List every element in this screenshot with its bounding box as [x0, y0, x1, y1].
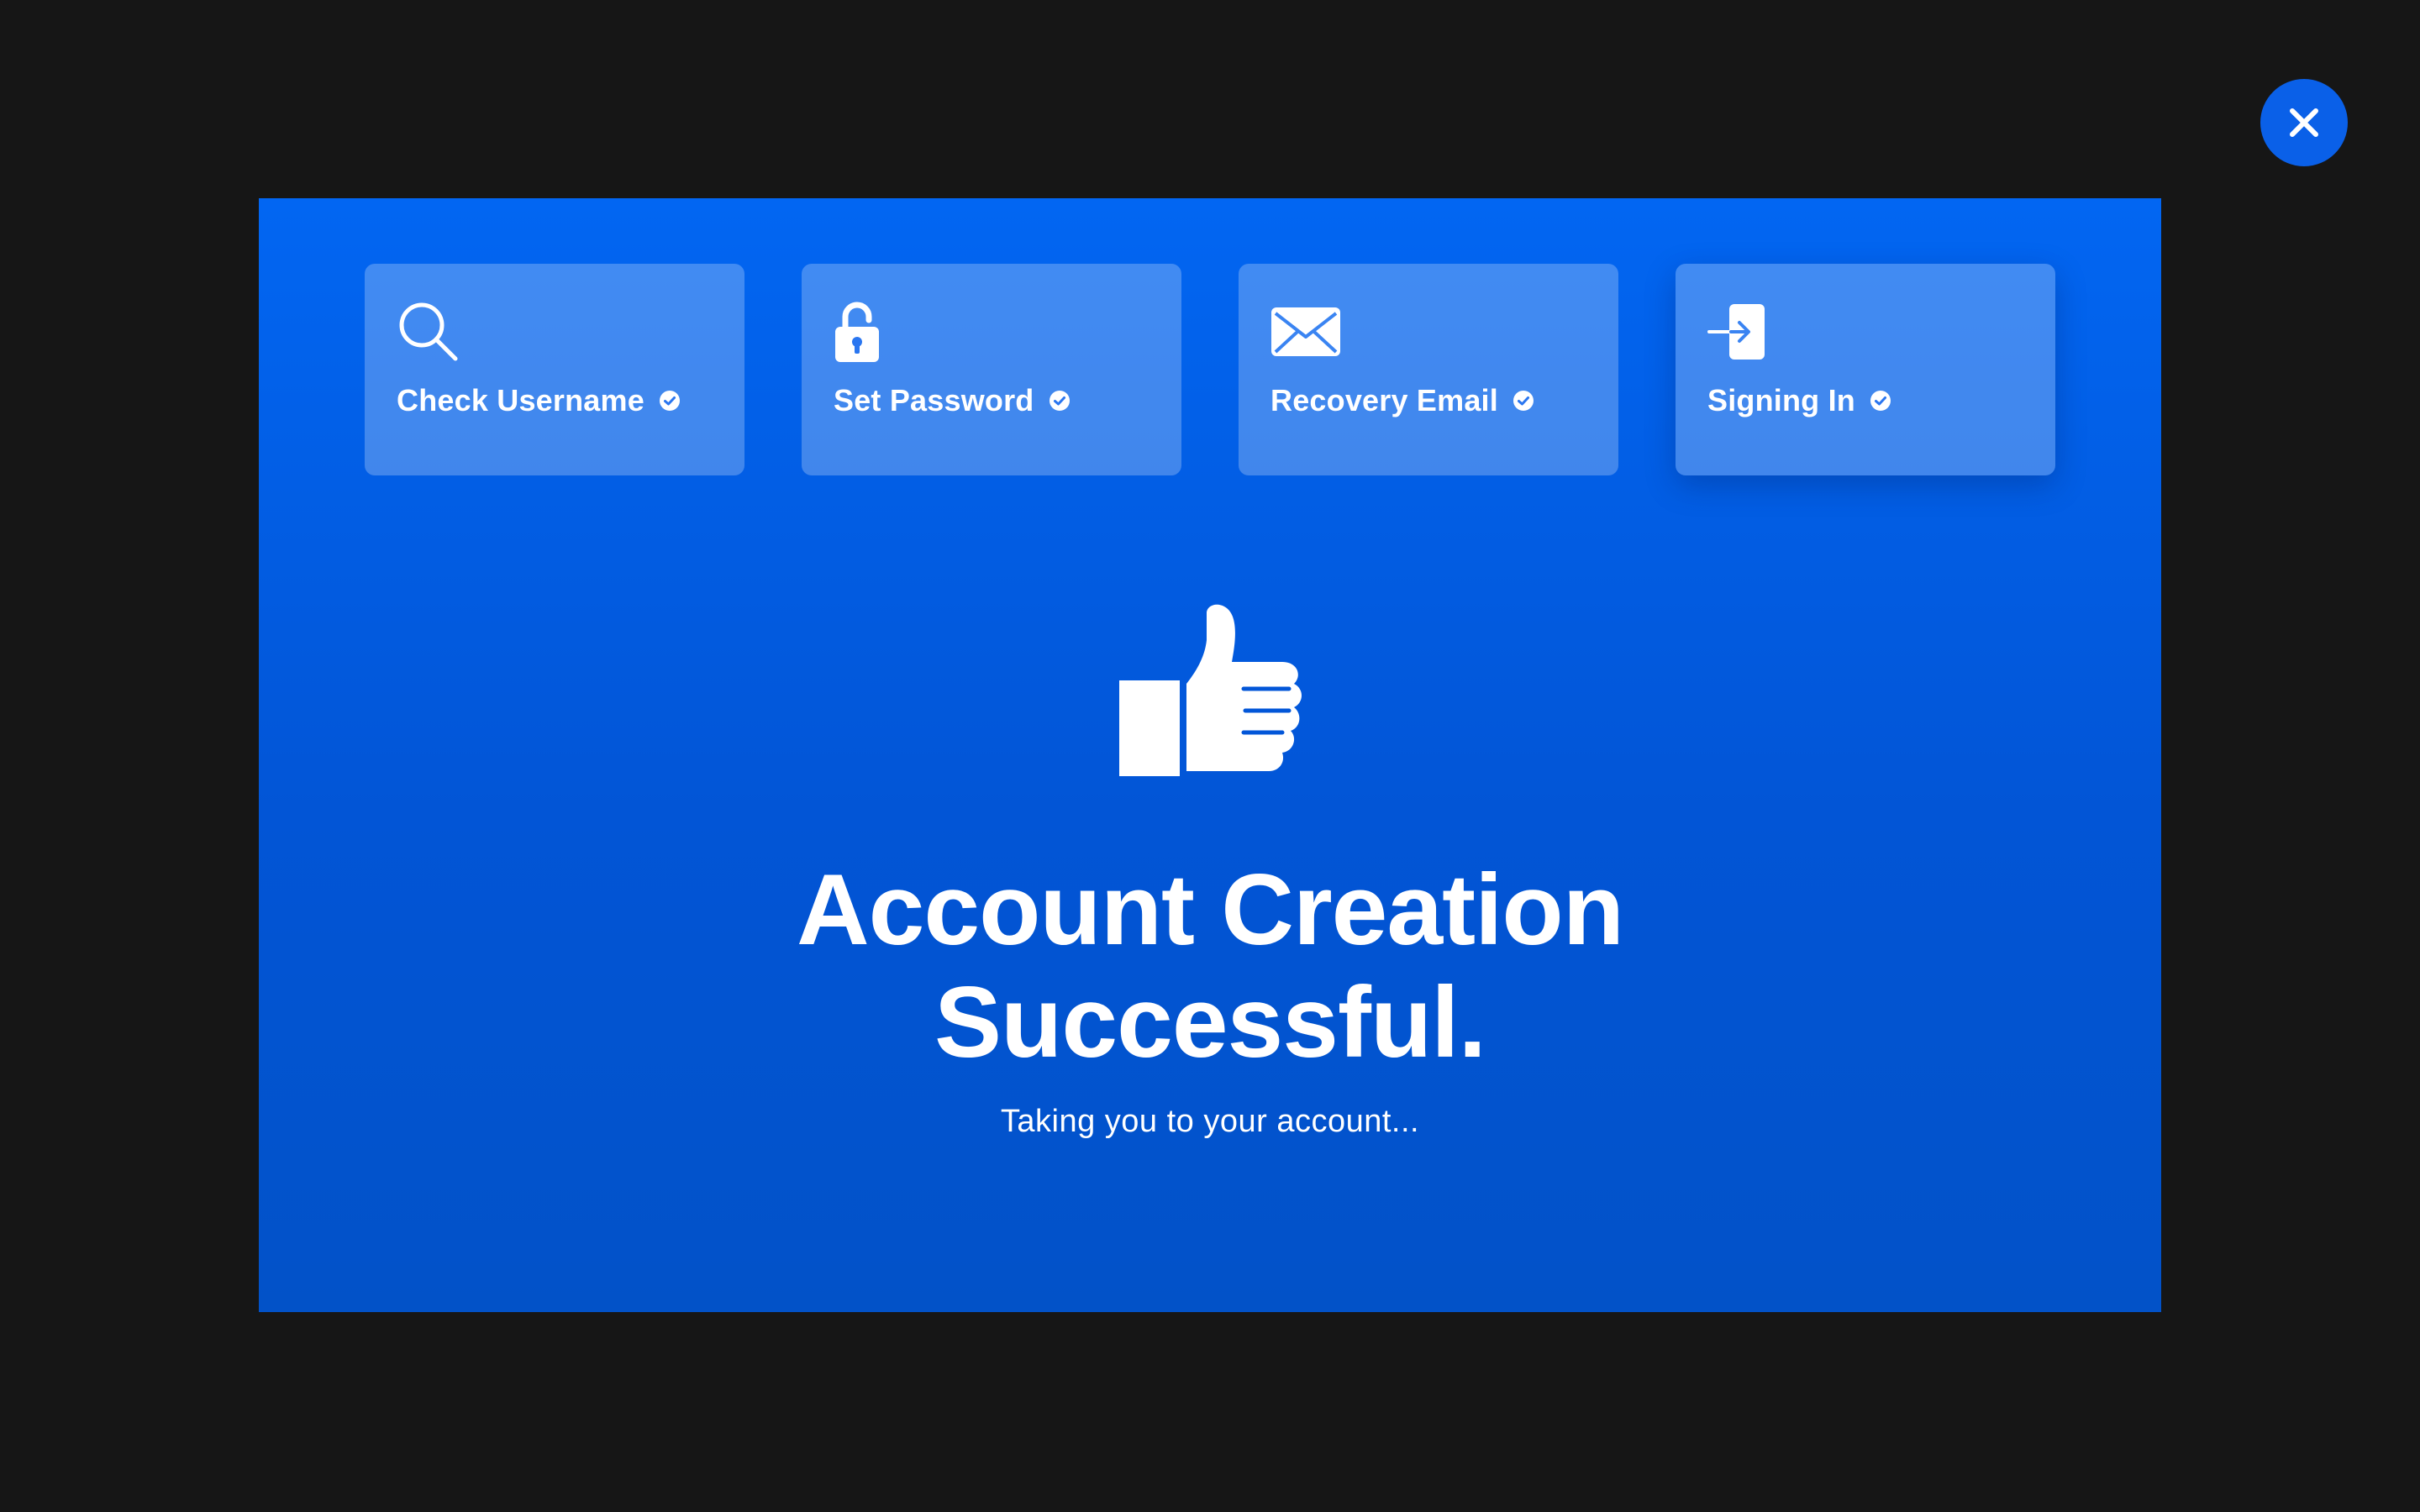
envelope-icon [1270, 299, 1341, 365]
progress-steps: Check Username Set Password Recovery Ema… [365, 264, 2055, 475]
check-circle-icon [659, 391, 680, 411]
check-circle-icon [1512, 391, 1534, 411]
step-label: Set Password [834, 383, 1034, 417]
lock-icon [834, 299, 881, 365]
step-label: Recovery Email [1270, 383, 1498, 417]
headline-line-1: Account Creation [796, 853, 1624, 966]
step-label: Signing In [1707, 383, 1855, 417]
success-headline: Account Creation Successful. [259, 853, 2161, 1079]
app-screen: Check Username Set Password Recovery Ema… [0, 0, 2420, 1512]
step-label: Check Username [397, 383, 644, 417]
close-icon [2290, 108, 2318, 137]
step-recovery-email[interactable]: Recovery Email [1239, 264, 1618, 475]
headline-line-2: Successful. [934, 966, 1486, 1079]
check-circle-icon [1870, 391, 1891, 411]
step-set-password[interactable]: Set Password [802, 264, 1181, 475]
close-button[interactable] [2260, 79, 2348, 166]
redirect-message: Taking you to your account... [1000, 1104, 1420, 1139]
check-circle-icon [1049, 391, 1070, 411]
success-modal: Check Username Set Password Recovery Ema… [259, 198, 2161, 1312]
thumbs-up-icon [1118, 603, 1302, 780]
step-check-username[interactable]: Check Username [365, 264, 744, 475]
step-signing-in[interactable]: Signing In [1676, 264, 2055, 475]
sign-in-icon [1707, 299, 1766, 365]
search-icon [397, 299, 460, 365]
